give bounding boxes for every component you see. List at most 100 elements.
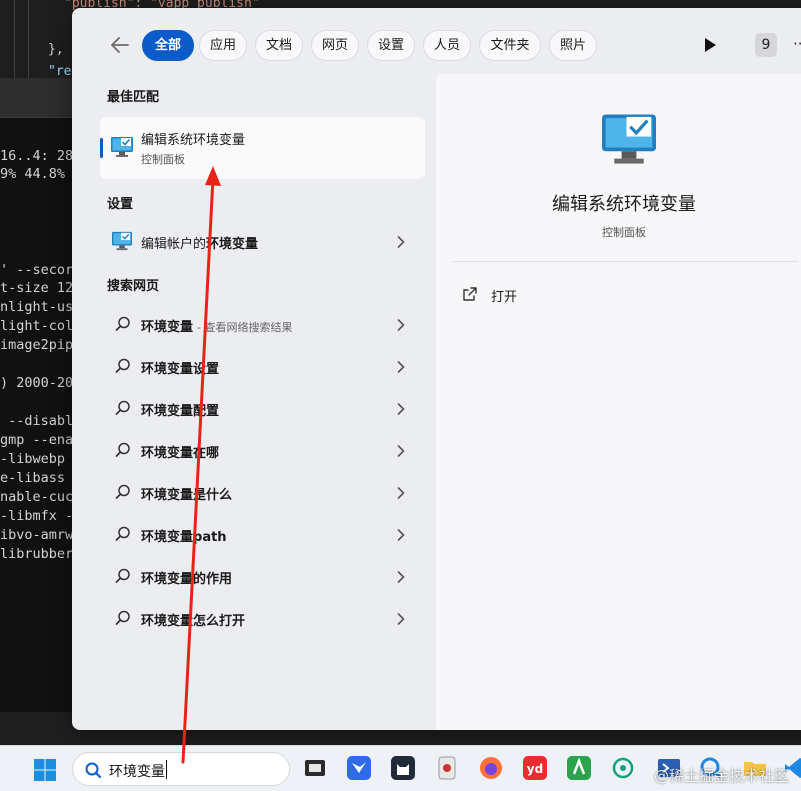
result-suffix: 是什么 (193, 488, 233, 503)
result-label: 环境变量 - 查看网络搜索结果 (141, 316, 292, 335)
tab-apps[interactable]: 应用 (199, 30, 247, 61)
search-icon (114, 525, 132, 543)
result-keyword: 环境变量 (141, 530, 194, 545)
search-flyout: 全部 应用 文档 网页 设置 人员 文件夹 照片 9 ··· 最佳匹配 编辑系统… (72, 8, 801, 730)
watermark: @稀土掘金技术社区 (654, 767, 790, 785)
search-icon (114, 441, 132, 459)
result-suffix: 怎么打开 (193, 614, 246, 629)
terminal-line: --disabl (0, 413, 74, 429)
text-caret (166, 760, 167, 779)
search-icon (114, 567, 132, 585)
terminal-line: gmp --ena (0, 432, 74, 448)
web-search-result[interactable]: 环境变量的作用 (100, 558, 425, 594)
filter-bar: 全部 应用 文档 网页 设置 人员 文件夹 照片 9 ··· (72, 8, 801, 78)
web-search-result[interactable]: 环境变量怎么打开 (100, 600, 425, 636)
terminal-line: light-col (0, 318, 74, 334)
chevron-right-icon[interactable] (397, 443, 405, 457)
best-match-title: 编辑系统环境变量 (141, 133, 246, 148)
feishu-icon[interactable] (346, 755, 372, 781)
web-search-result[interactable]: 环境变量设置 (100, 348, 425, 384)
web-search-heading: 搜索网页 (107, 279, 160, 294)
best-match-heading: 最佳匹配 (107, 90, 160, 105)
result-suffix: 配置 (193, 404, 220, 419)
result-hint: - 查看网络搜索结果 (197, 321, 293, 334)
terminal-line: -libwebp (0, 451, 66, 467)
result-suffix: 设置 (193, 362, 220, 377)
web-search-result[interactable]: 环境变量在哪 (100, 432, 425, 468)
settings-result[interactable]: 编辑帐户的环境变量 (100, 223, 425, 259)
terminal-line: ibvo-amrw (0, 527, 74, 543)
editor-line: }, (48, 42, 64, 57)
web-search-result[interactable]: 环境变量配置 (100, 390, 425, 426)
result-keyword: 环境变量 (141, 572, 194, 587)
tab-people[interactable]: 人员 (423, 30, 471, 61)
result-label: 环境变量配置 (141, 400, 223, 419)
web-search-result[interactable]: 环境变量 - 查看网络搜索结果 (100, 306, 425, 342)
terminal-line: image2pip (0, 337, 74, 353)
search-icon (114, 483, 132, 501)
monitor-check-icon (110, 136, 134, 158)
chevron-right-icon[interactable] (397, 234, 405, 248)
web-search-result[interactable]: 环境变量path (100, 516, 425, 552)
result-keyword: 环境变量 (141, 614, 194, 629)
search-icon (114, 357, 132, 375)
monitor-check-icon (599, 112, 659, 166)
tab-all[interactable]: 全部 (142, 30, 194, 61)
chevron-right-icon[interactable] (397, 359, 405, 373)
taskbar-search-box[interactable]: 环境变量 (72, 752, 290, 786)
back-arrow-icon[interactable] (108, 34, 132, 56)
terminal-line: 16..4: 28 (0, 148, 74, 164)
play-icon[interactable] (703, 37, 717, 53)
cat-icon[interactable] (390, 755, 416, 781)
tab-photos[interactable]: 照片 (549, 30, 597, 61)
editor-gutter (0, 0, 32, 78)
terminal-line: t-size 12 (0, 280, 74, 296)
chevron-right-icon[interactable] (397, 527, 405, 541)
monitor-check-icon (111, 231, 133, 251)
result-suffix: 在哪 (193, 446, 220, 461)
result-label: 环境变量在哪 (141, 442, 223, 461)
tab-web[interactable]: 网页 (311, 30, 359, 61)
chevron-right-icon[interactable] (397, 569, 405, 583)
terminal-line: ' --secor (0, 262, 74, 278)
web-search-result[interactable]: 环境变量是什么 (100, 474, 425, 510)
search-icon (114, 609, 132, 627)
chevron-right-icon[interactable] (397, 611, 405, 625)
result-label: 环境变量path (141, 526, 231, 545)
tab-documents[interactable]: 文档 (255, 30, 303, 61)
editor-line: "re (48, 64, 72, 79)
more-options-button[interactable]: ··· (793, 36, 801, 54)
terminal-line: librubber (0, 546, 74, 562)
terminal-line: e-libass (0, 470, 66, 486)
tab-folders[interactable]: 文件夹 (479, 30, 541, 61)
detail-panel: 编辑系统环境变量 控制面板 打开 (436, 74, 801, 730)
open-label: 打开 (491, 290, 518, 305)
result-label: 环境变量的作用 (141, 568, 236, 587)
firefox-icon[interactable] (478, 755, 504, 781)
search-input[interactable]: 环境变量 (109, 761, 165, 781)
git-icon[interactable] (566, 755, 592, 781)
result-label: 环境变量是什么 (141, 484, 236, 503)
chatgpt-icon[interactable] (610, 755, 636, 781)
result-keyword: 环境变量 (141, 488, 194, 503)
chevron-right-icon[interactable] (397, 401, 405, 415)
chevron-right-icon[interactable] (397, 485, 405, 499)
terminal-line: nable-cuc (0, 489, 74, 505)
chevron-right-icon[interactable] (397, 317, 405, 331)
detail-title: 编辑系统环境变量 (552, 194, 696, 215)
windows-start-icon[interactable] (33, 758, 57, 782)
youdao-icon[interactable]: yd (522, 755, 548, 781)
result-keyword: 环境变量 (141, 362, 194, 377)
result-keyword: 环境变量 (206, 237, 259, 252)
open-action[interactable]: 打开 (452, 278, 798, 314)
db-icon[interactable] (434, 755, 460, 781)
terminal-icon[interactable] (302, 755, 328, 781)
tab-settings[interactable]: 设置 (367, 30, 415, 61)
terminal-line: ) 2000-20 (0, 375, 74, 391)
result-suffix: 的作用 (193, 572, 233, 587)
rewards-count-badge[interactable]: 9 (755, 33, 777, 57)
terminal-line: -libmfx - (0, 508, 74, 524)
divider (452, 261, 798, 262)
best-match-result[interactable]: 编辑系统环境变量 控制面板 (100, 117, 425, 179)
terminal-line: 9% 44.8% (0, 166, 66, 182)
